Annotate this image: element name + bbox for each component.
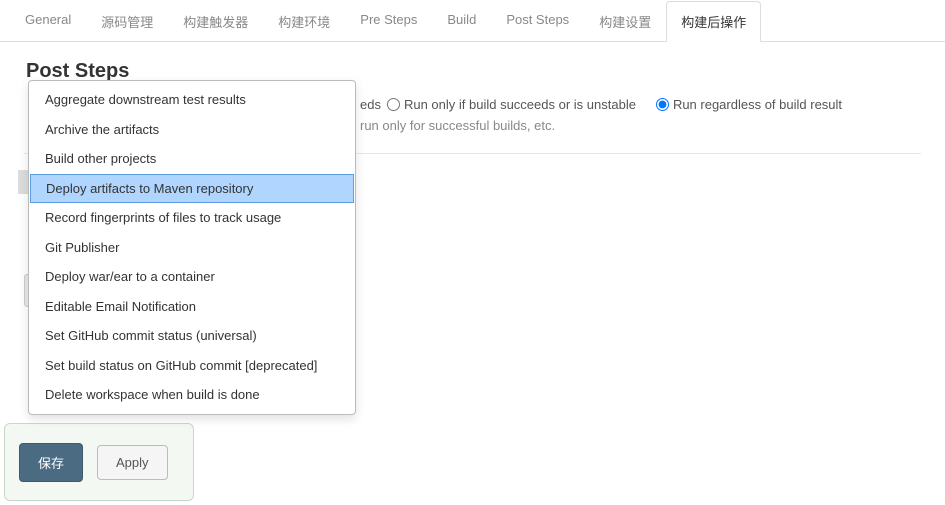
radio-opt3-input[interactable] [656, 98, 669, 111]
radio-opt2[interactable]: Run only if build succeeds or is unstabl… [387, 97, 636, 112]
radio-opt1-partial-label: eds [360, 97, 381, 112]
menu-item[interactable]: Deploy artifacts to Maven repository [30, 174, 354, 204]
tab-postbuild[interactable]: 构建后操作 [666, 1, 761, 42]
tab-scm[interactable]: 源码管理 [86, 1, 168, 42]
tab-env[interactable]: 构建环境 [263, 1, 345, 42]
menu-item[interactable]: Record fingerprints of files to track us… [29, 203, 355, 233]
menu-item[interactable]: Deploy war/ear to a container [29, 262, 355, 292]
apply-button[interactable]: Apply [97, 445, 168, 480]
radio-opt2-input[interactable] [387, 98, 400, 111]
menu-item[interactable]: Build other projects [29, 144, 355, 174]
tab-triggers[interactable]: 构建触发器 [168, 1, 263, 42]
tab-general[interactable]: General [10, 1, 86, 42]
radio-opt3-label: Run regardless of build result [673, 97, 842, 112]
menu-item[interactable]: Set build status on GitHub commit [depre… [29, 351, 355, 381]
radio-opt3[interactable]: Run regardless of build result [656, 97, 842, 112]
radio-opt2-label: Run only if build succeeds or is unstabl… [404, 97, 636, 112]
post-build-step-menu: Aggregate downstream test resultsArchive… [28, 80, 356, 415]
menu-item[interactable]: Archive the artifacts [29, 115, 355, 145]
menu-item[interactable]: Delete workspace when build is done [29, 380, 355, 410]
tab-poststeps[interactable]: Post Steps [491, 1, 584, 42]
footer-actions: 保存 Apply [4, 423, 194, 501]
menu-item[interactable]: Git Publisher [29, 233, 355, 263]
tab-presteps[interactable]: Pre Steps [345, 1, 432, 42]
config-tabs: General 源码管理 构建触发器 构建环境 Pre Steps Build … [0, 0, 945, 42]
menu-item[interactable]: Set GitHub commit status (universal) [29, 321, 355, 351]
save-button[interactable]: 保存 [19, 443, 83, 482]
tab-build[interactable]: Build [432, 1, 491, 42]
menu-item[interactable]: Aggregate downstream test results [29, 85, 355, 115]
tab-settings[interactable]: 构建设置 [584, 1, 666, 42]
menu-item[interactable]: Editable Email Notification [29, 292, 355, 322]
